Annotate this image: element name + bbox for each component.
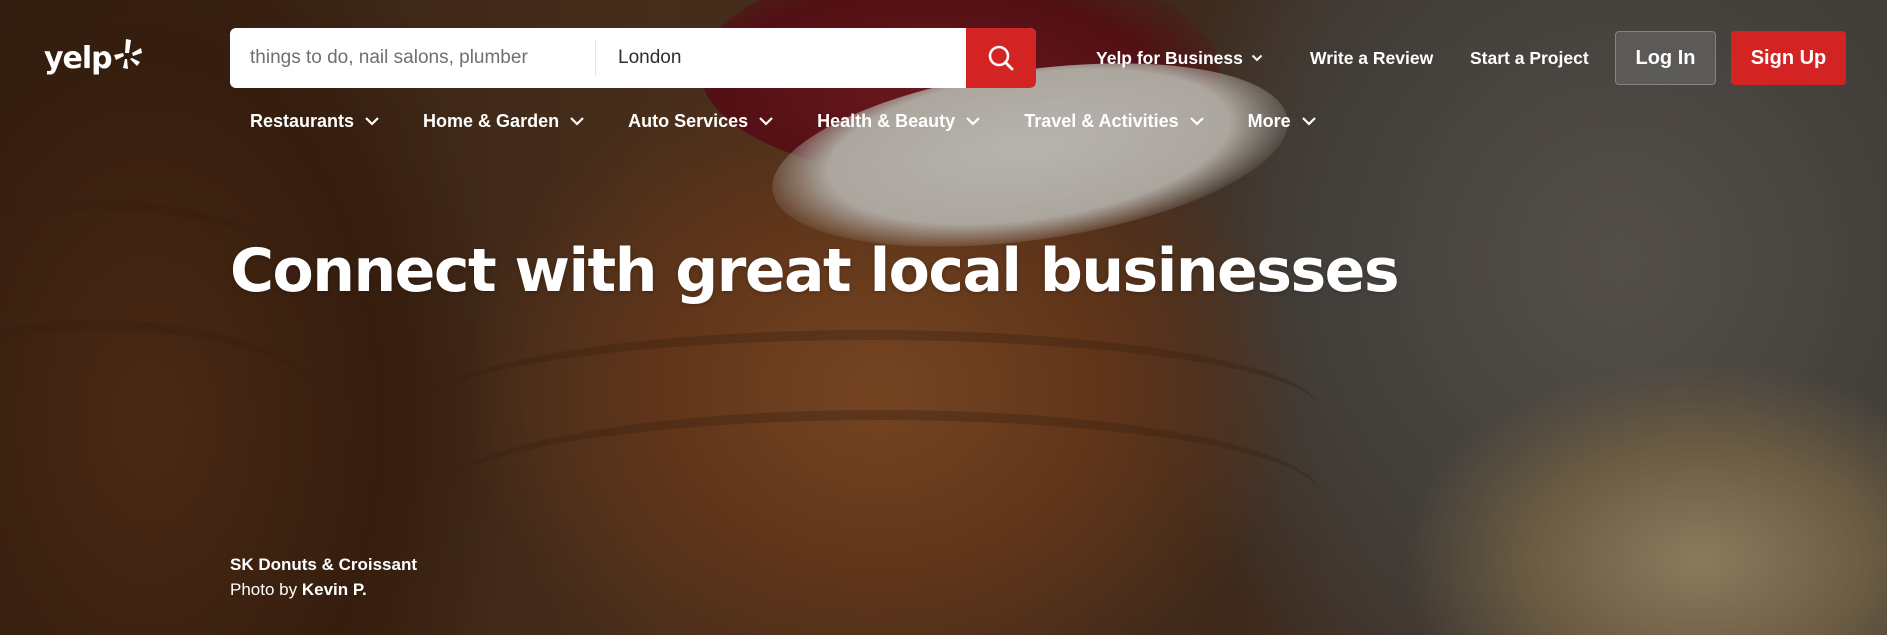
category-label: More <box>1247 110 1291 131</box>
category-nav: Restaurants Home & Garden Auto Services … <box>250 106 1317 136</box>
chevron-down-icon <box>966 117 980 126</box>
category-label: Health & Beauty <box>817 110 956 131</box>
chevron-down-icon <box>365 117 379 126</box>
search-submit-button[interactable] <box>966 28 1036 88</box>
hero-photo-overlay <box>0 0 1887 635</box>
chevron-down-icon <box>1251 54 1263 62</box>
photo-by-prefix: Photo by <box>230 580 298 599</box>
hero-headline: Connect with great local businesses <box>230 236 1400 306</box>
category-more[interactable]: More <box>1248 111 1317 132</box>
category-restaurants[interactable]: Restaurants <box>250 111 380 132</box>
yelp-logo[interactable]: yelp <box>44 38 142 78</box>
chevron-down-icon <box>1189 117 1204 126</box>
search-bar: things to do, nail salons, plumber Londo… <box>230 28 1036 88</box>
category-label: Auto Services <box>628 110 749 131</box>
chevron-down-icon <box>570 117 584 126</box>
category-home-garden[interactable]: Home & Garden <box>423 111 585 132</box>
logo-wordmark: yelp <box>44 40 113 76</box>
category-label: Home & Garden <box>423 110 560 131</box>
photo-credit: SK Donuts & Croissant Photo by Kevin P. <box>230 552 417 602</box>
yelp-burst-icon <box>113 39 142 69</box>
hero-photo <box>0 0 1887 635</box>
category-label: Travel & Activities <box>1024 110 1179 131</box>
category-label: Restaurants <box>250 110 355 131</box>
category-health-beauty[interactable]: Health & Beauty <box>817 111 981 132</box>
category-travel-activities[interactable]: Travel & Activities <box>1024 111 1204 132</box>
start-project-link[interactable]: Start a Project <box>1470 28 1589 88</box>
category-auto-services[interactable]: Auto Services <box>628 111 774 132</box>
search-icon <box>988 45 1014 71</box>
photo-byline: Photo by Kevin P. <box>230 577 417 602</box>
yelp-for-business-menu[interactable]: Yelp for Business <box>1096 28 1263 88</box>
write-review-link[interactable]: Write a Review <box>1310 28 1433 88</box>
yelp-for-business-label: Yelp for Business <box>1096 47 1243 68</box>
login-button[interactable]: Log In <box>1615 31 1716 85</box>
chevron-down-icon <box>1301 117 1316 126</box>
search-find-input[interactable]: things to do, nail salons, plumber <box>230 40 596 76</box>
photo-business-link[interactable]: SK Donuts & Croissant <box>230 552 417 577</box>
signup-button[interactable]: Sign Up <box>1731 31 1846 85</box>
chevron-down-icon <box>759 117 773 126</box>
photographer-link[interactable]: Kevin P. <box>302 580 367 599</box>
search-location-input[interactable]: London <box>596 28 966 88</box>
